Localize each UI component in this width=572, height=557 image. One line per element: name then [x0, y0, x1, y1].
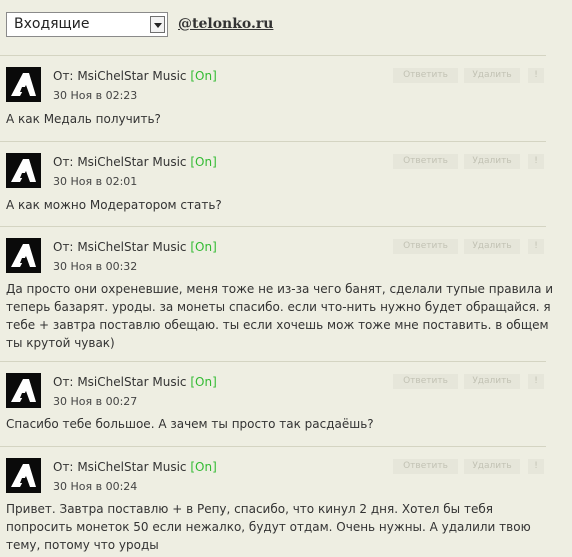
avatar[interactable]	[6, 67, 41, 102]
message-from: От: MsiChelStar Music [On]	[53, 155, 217, 169]
message-date: 30 Ноя в 00:24	[53, 480, 138, 493]
sender-name[interactable]: MsiChelStar Music	[77, 240, 186, 254]
message-date: 30 Ноя в 00:27	[53, 395, 138, 408]
online-status: [On]	[190, 375, 217, 389]
avatar-logo-icon	[11, 73, 36, 96]
more-button[interactable]: !	[528, 239, 544, 254]
message-date: 30 Ноя в 00:32	[53, 260, 138, 273]
message-item: От: MsiChelStar Music [On] 30 Ноя в 00:2…	[0, 446, 572, 557]
delete-button[interactable]: Удалить	[464, 154, 520, 169]
message-date: 30 Ноя в 02:01	[53, 175, 138, 188]
from-label: От:	[53, 240, 74, 254]
sender-name[interactable]: MsiChelStar Music	[77, 375, 186, 389]
divider	[0, 226, 546, 227]
message-body: Спасибо тебе большое. А зачем ты просто …	[6, 417, 374, 431]
message-from: От: MsiChelStar Music [On]	[53, 240, 217, 254]
reply-button[interactable]: Ответить	[393, 374, 458, 389]
reply-button[interactable]: Ответить	[393, 154, 458, 169]
more-button[interactable]: !	[528, 68, 544, 83]
divider	[0, 55, 546, 56]
delete-button[interactable]: Удалить	[464, 374, 520, 389]
message-item: От: MsiChelStar Music [On] 30 Ноя в 00:3…	[0, 226, 572, 360]
message-date: 30 Ноя в 02:23	[53, 89, 138, 102]
message-body: Привет. Завтра поставлю + в Репу, спасиб…	[6, 502, 531, 552]
delete-button[interactable]: Удалить	[464, 239, 520, 254]
avatar[interactable]	[6, 373, 41, 408]
message-body: Да просто они охреневшие, меня тоже не и…	[6, 282, 554, 350]
online-status: [On]	[190, 155, 217, 169]
divider	[0, 446, 546, 447]
message-item: От: MsiChelStar Music [On] 30 Ноя в 02:2…	[0, 55, 572, 140]
more-button[interactable]: !	[528, 459, 544, 474]
reply-button[interactable]: Ответить	[393, 239, 458, 254]
message-from: От: MsiChelStar Music [On]	[53, 69, 217, 83]
avatar[interactable]	[6, 238, 41, 273]
divider	[0, 141, 546, 142]
message-body: А как Медаль получить?	[6, 112, 161, 126]
reply-button[interactable]: Ответить	[393, 68, 458, 83]
folder-select-value: Входящие	[14, 16, 90, 32]
delete-button[interactable]: Удалить	[464, 459, 520, 474]
chevron-down-icon[interactable]	[150, 16, 165, 33]
message-item: От: MsiChelStar Music [On] 30 Ноя в 02:0…	[0, 141, 572, 226]
avatar-logo-icon	[11, 159, 36, 182]
avatar-logo-icon	[11, 464, 36, 487]
site-link[interactable]: @telonko.ru	[178, 16, 273, 32]
message-body: А как можно Модератором стать?	[6, 198, 222, 212]
folder-select[interactable]: Входящие	[6, 12, 168, 37]
online-status: [On]	[190, 240, 217, 254]
avatar[interactable]	[6, 153, 41, 188]
reply-button[interactable]: Ответить	[393, 459, 458, 474]
online-status: [On]	[190, 460, 217, 474]
avatar-logo-icon	[11, 379, 36, 402]
from-label: От:	[53, 375, 74, 389]
from-label: От:	[53, 69, 74, 83]
online-status: [On]	[190, 69, 217, 83]
avatar[interactable]	[6, 458, 41, 493]
message-item: От: MsiChelStar Music [On] 30 Ноя в 00:2…	[0, 361, 572, 445]
divider	[0, 361, 546, 362]
message-from: От: MsiChelStar Music [On]	[53, 460, 217, 474]
top-bar: Входящие @telonko.ru	[0, 0, 572, 50]
from-label: От:	[53, 155, 74, 169]
from-label: От:	[53, 460, 74, 474]
avatar-logo-icon	[11, 244, 36, 267]
more-button[interactable]: !	[528, 374, 544, 389]
message-from: От: MsiChelStar Music [On]	[53, 375, 217, 389]
sender-name[interactable]: MsiChelStar Music	[77, 69, 186, 83]
sender-name[interactable]: MsiChelStar Music	[77, 460, 186, 474]
more-button[interactable]: !	[528, 154, 544, 169]
delete-button[interactable]: Удалить	[464, 68, 520, 83]
sender-name[interactable]: MsiChelStar Music	[77, 155, 186, 169]
